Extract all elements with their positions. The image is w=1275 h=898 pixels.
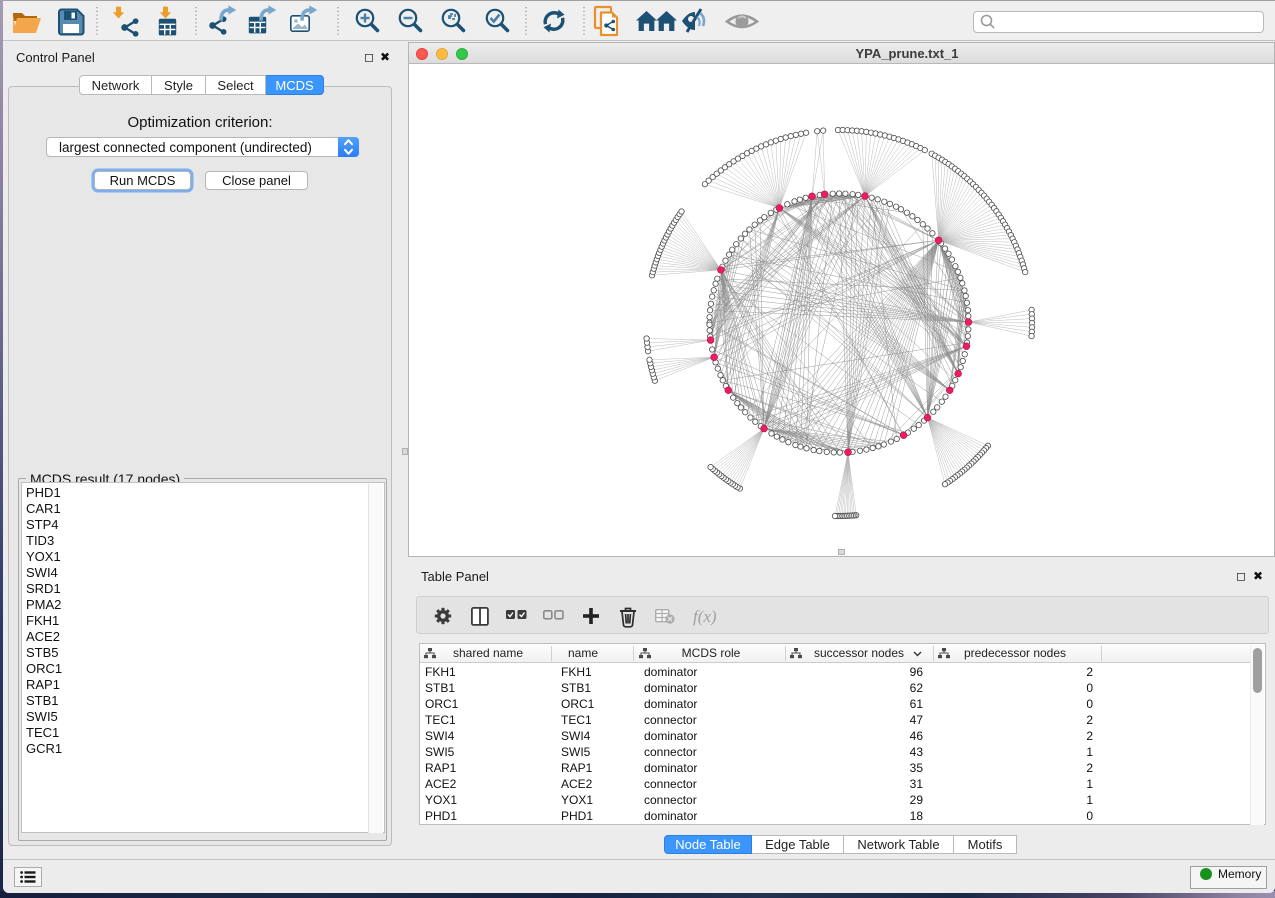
svg-text:f(x): f(x) <box>693 607 717 626</box>
